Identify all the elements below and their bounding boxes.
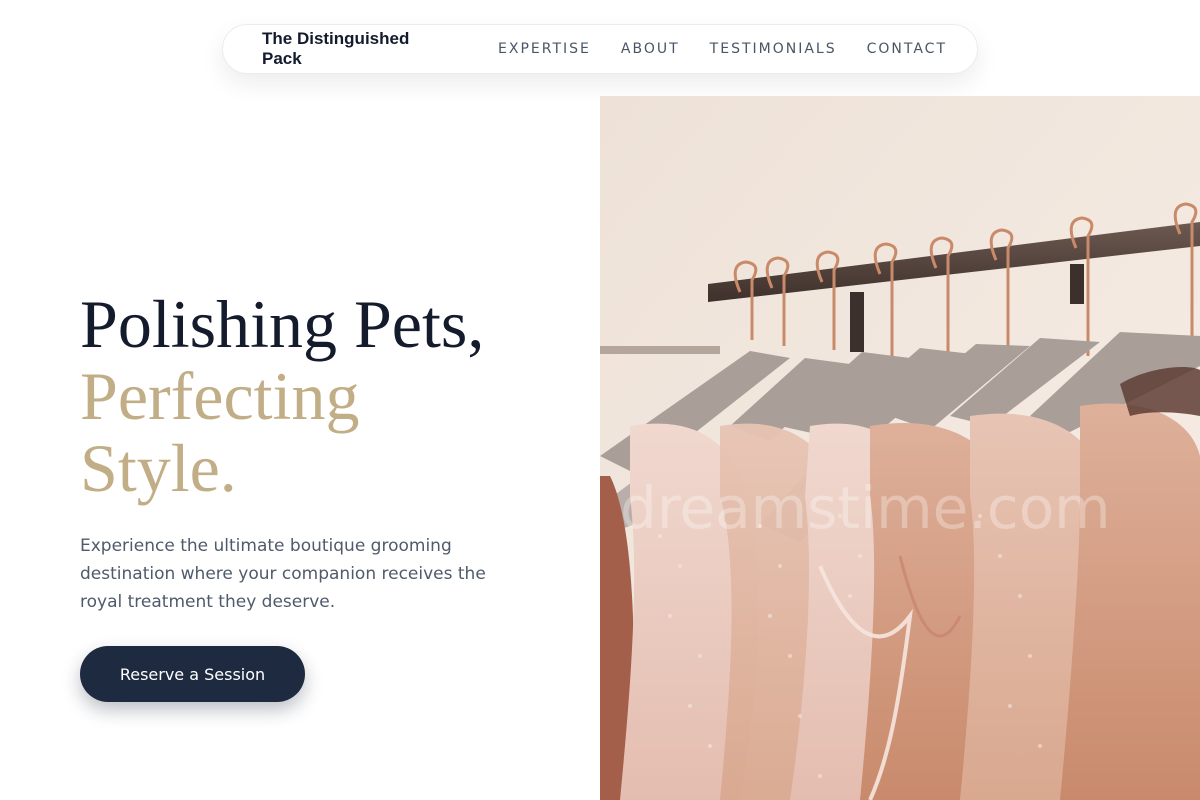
headline-line-3: Style.	[80, 430, 237, 506]
nav-link-expertise[interactable]: EXPERTISE	[498, 41, 591, 57]
top-navigation: The Distinguished Pack EXPERTISE ABOUT T…	[222, 24, 978, 74]
hero-description: Experience the ultimate boutique groomin…	[80, 536, 486, 612]
watermark-text: dreamstime.com	[620, 474, 1111, 542]
headline-line-1: Polishing Pets,	[80, 286, 485, 362]
brand-logo[interactable]: The Distinguished Pack	[262, 29, 443, 69]
hero-image: dreamstime.com	[600, 96, 1200, 800]
nav-links: EXPERTISE ABOUT TESTIMONIALS CONTACT	[498, 41, 977, 57]
headline-line-2: Perfecting	[80, 358, 360, 434]
garments-rack-illustration: dreamstime.com	[600, 96, 1200, 800]
nav-link-about[interactable]: ABOUT	[621, 41, 680, 57]
nav-link-testimonials[interactable]: TESTIMONIALS	[710, 41, 837, 57]
hero-headline: Polishing Pets, Perfecting Style.	[80, 288, 550, 504]
reserve-session-button[interactable]: Reserve a Session	[80, 646, 305, 702]
nav-link-contact[interactable]: CONTACT	[867, 41, 947, 57]
hero-section: Polishing Pets, Perfecting Style. Experi…	[80, 288, 550, 616]
